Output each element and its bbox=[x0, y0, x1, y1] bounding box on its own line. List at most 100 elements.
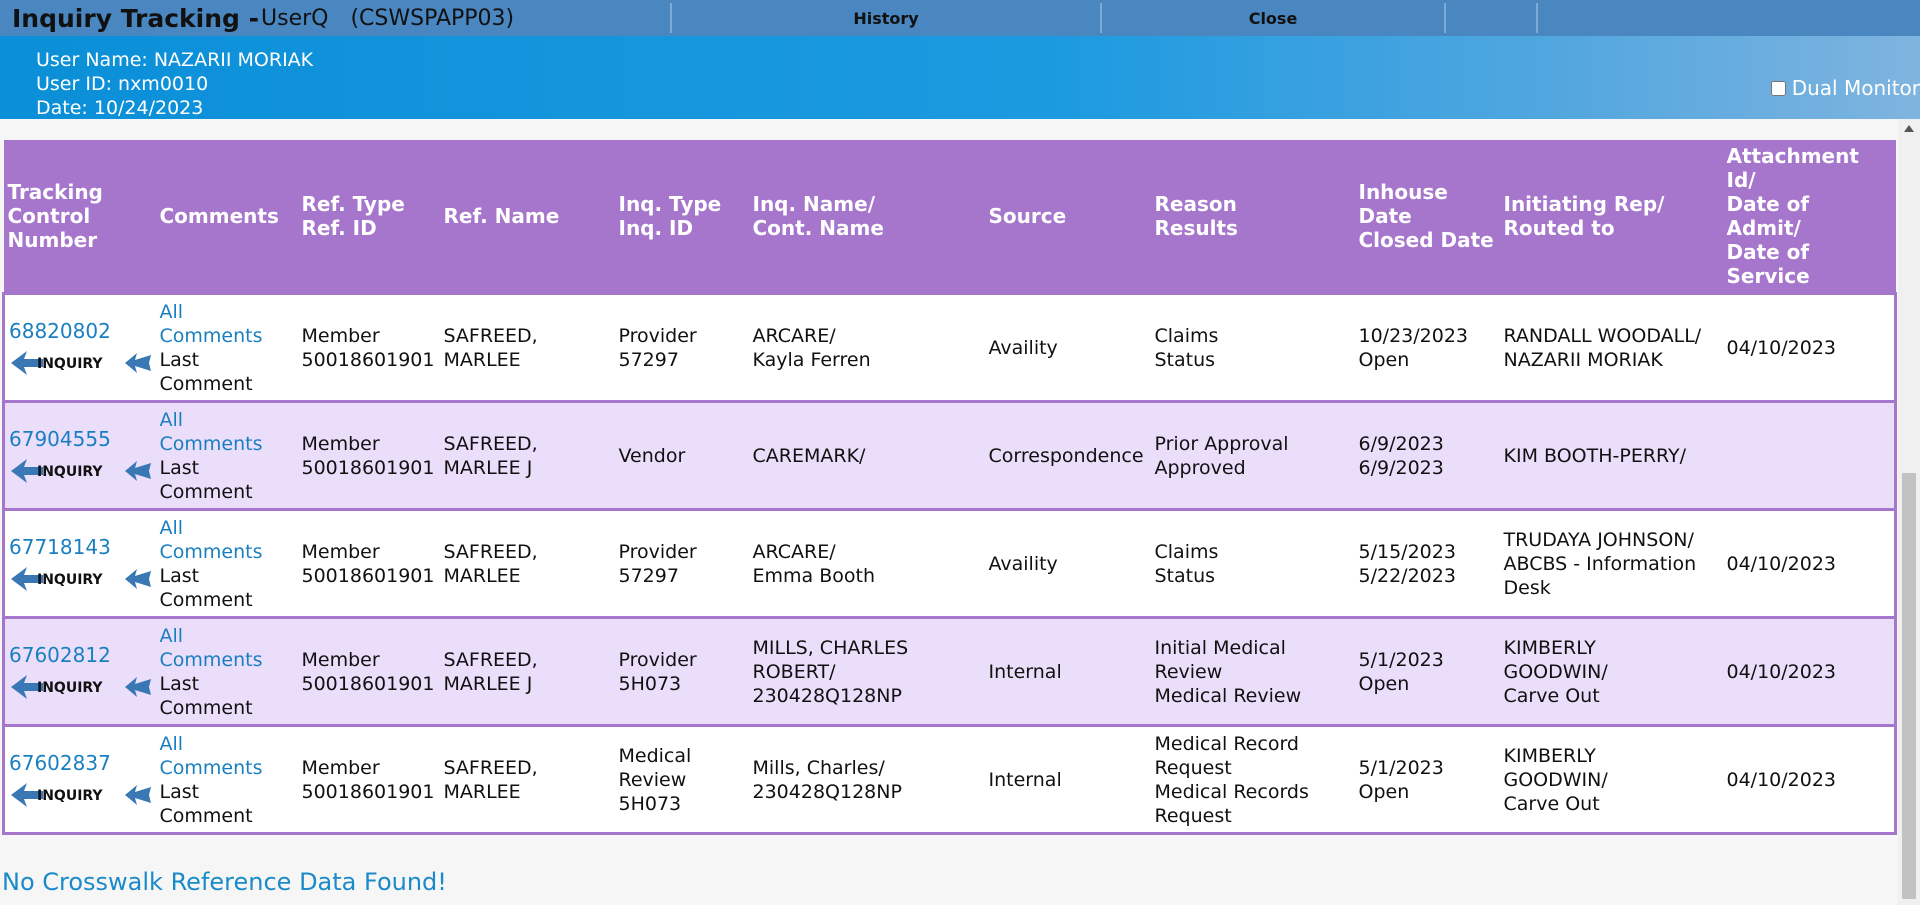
ref-name-cell: SAFREED, MARLEE bbox=[439, 292, 615, 403]
inhouse-date-cell: 5/1/2023 Open bbox=[1354, 724, 1500, 835]
dual-monitor-checkbox[interactable] bbox=[1770, 80, 1786, 96]
last-comment-label[interactable]: Last Comment bbox=[160, 564, 294, 612]
inq-type-cell: Provider 5H073 bbox=[614, 616, 749, 727]
scroll-thumb[interactable] bbox=[1902, 473, 1916, 899]
dual-monitor-toggle[interactable]: Dual Monitor bbox=[1770, 76, 1920, 100]
tracking-number-link[interactable]: 67602837 bbox=[9, 751, 152, 775]
grid-header-row: Tracking Control Number Comments Ref. Type… bbox=[3, 140, 1896, 294]
initiating-rep-cell: KIMBERLY GOODWIN/Carve Out bbox=[1499, 724, 1723, 835]
inquiry-logo-text: INQUIRY bbox=[37, 356, 103, 372]
inq-type-cell: Provider 57297 bbox=[614, 508, 749, 619]
tracking-cell: 68820802 INQUIRY bbox=[2, 292, 156, 403]
last-comment-label[interactable]: Last Comment bbox=[160, 456, 294, 504]
table-row: 67718143 INQUIRY All Comments Last Comment… bbox=[2, 508, 1897, 619]
inquiry-grid: Tracking Control Number Comments Ref. Type… bbox=[2, 140, 1897, 835]
current-date: Date: 10/24/2023 bbox=[36, 97, 204, 119]
inq-name-cell: ARCARE/Emma Booth bbox=[748, 508, 985, 619]
all-comments-link[interactable]: All Comments bbox=[160, 732, 294, 780]
all-comments-link[interactable]: All Comments bbox=[160, 516, 294, 564]
attachment-cell: 04/10/2023 bbox=[1722, 616, 1897, 727]
col-attachment: Attachment Id/Date of Admit/Date of Servic… bbox=[1722, 140, 1896, 294]
col-inq-name: Inq. Name/Cont. Name bbox=[748, 140, 985, 294]
ref-type-cell: Member 50018601901 bbox=[297, 400, 440, 511]
user-info-header: User Name: NAZARII MORIAK User ID: nxm00… bbox=[0, 36, 1920, 119]
inhouse-date-cell: 10/23/2023 Open bbox=[1354, 292, 1500, 403]
table-row: 67602837 INQUIRY All Comments Last Comment… bbox=[2, 724, 1897, 835]
attachment-cell bbox=[1722, 400, 1897, 511]
last-comment-label[interactable]: Last Comment bbox=[160, 780, 294, 828]
source-cell: Correspondence bbox=[984, 400, 1151, 511]
attachment-cell: 04/10/2023 bbox=[1722, 508, 1897, 619]
last-comment-label[interactable]: Last Comment bbox=[160, 348, 294, 396]
ref-type-cell: Member 50018601901 bbox=[297, 292, 440, 403]
reason-cell: Medical Record Request Medical Records Requ… bbox=[1150, 724, 1355, 835]
tracking-number-link[interactable]: 68820802 bbox=[9, 319, 152, 343]
inhouse-date-cell: 5/1/2023 Open bbox=[1354, 616, 1500, 727]
source-cell: Availity bbox=[984, 508, 1151, 619]
all-comments-link[interactable]: All Comments bbox=[160, 624, 294, 672]
app-title: Inquiry Tracking - bbox=[12, 3, 259, 33]
col-source: Source bbox=[984, 140, 1151, 294]
tracking-number-link[interactable]: 67602812 bbox=[9, 643, 152, 667]
inq-name-cell: ARCARE/Kayla Ferren bbox=[748, 292, 985, 403]
inquiry-logo-icon[interactable]: INQUIRY bbox=[9, 455, 151, 485]
col-ref-type: Ref. Type Ref. ID bbox=[297, 140, 440, 294]
inquiry-logo-text: INQUIRY bbox=[37, 572, 103, 588]
ref-type-cell: Member 50018601901 bbox=[297, 616, 440, 727]
ref-name-cell: SAFREED, MARLEE J bbox=[439, 400, 615, 511]
ref-name-cell: SAFREED, MARLEE J bbox=[439, 616, 615, 727]
all-comments-link[interactable]: All Comments bbox=[160, 300, 294, 348]
table-row: 67904555 INQUIRY All Comments Last Comment… bbox=[2, 400, 1897, 511]
reason-cell: Claims Status bbox=[1150, 292, 1355, 403]
tracking-cell: 67904555 INQUIRY bbox=[2, 400, 156, 511]
tracking-cell: 67602812 INQUIRY bbox=[2, 616, 156, 727]
history-button[interactable]: History bbox=[672, 0, 1100, 36]
dual-monitor-label: Dual Monitor bbox=[1791, 76, 1920, 100]
inquiry-logo-text: INQUIRY bbox=[37, 680, 103, 696]
source-cell: Availity bbox=[984, 292, 1151, 403]
inquiry-logo-icon[interactable]: INQUIRY bbox=[9, 779, 151, 809]
last-comment-label[interactable]: Last Comment bbox=[160, 672, 294, 720]
ref-name-cell: SAFREED, MARLEE bbox=[439, 724, 615, 835]
inquiry-logo-icon[interactable]: INQUIRY bbox=[9, 563, 151, 593]
inhouse-date-cell: 6/9/2023 6/9/2023 bbox=[1354, 400, 1500, 511]
col-initiating-rep: Initiating Rep/Routed to bbox=[1499, 140, 1723, 294]
all-comments-link[interactable]: All Comments bbox=[160, 408, 294, 456]
close-button[interactable]: Close bbox=[1102, 0, 1444, 36]
inquiry-logo-icon[interactable]: INQUIRY bbox=[9, 671, 151, 701]
tracking-number-link[interactable]: 67904555 bbox=[9, 427, 152, 451]
col-inq-type: Inq. Type Inq. ID bbox=[614, 140, 749, 294]
reason-cell: Prior Approval Approved bbox=[1150, 400, 1355, 511]
user-name: User Name: NAZARII MORIAK bbox=[36, 49, 314, 71]
no-crosswalk-message: No Crosswalk Reference Data Found! bbox=[2, 868, 447, 896]
inq-type-cell: Vendor bbox=[614, 400, 749, 511]
app-host: (CSWSPAPP03) bbox=[350, 5, 515, 31]
vertical-scrollbar[interactable] bbox=[1898, 119, 1920, 905]
inquiry-logo-icon[interactable]: INQUIRY bbox=[9, 347, 151, 377]
col-tracking-number: Tracking Control Number bbox=[3, 140, 156, 294]
tracking-cell: 67602837 INQUIRY bbox=[2, 724, 156, 835]
col-reason: Reason Results bbox=[1150, 140, 1355, 294]
inq-name-cell: CAREMARK/ bbox=[748, 400, 985, 511]
col-comments: Comments bbox=[155, 140, 298, 294]
ref-type-cell: Member 50018601901 bbox=[297, 508, 440, 619]
initiating-rep-cell: TRUDAYA JOHNSON/ABCBS - Information Desk bbox=[1499, 508, 1723, 619]
ref-name-cell: SAFREED, MARLEE bbox=[439, 508, 615, 619]
reason-cell: Claims Status bbox=[1150, 508, 1355, 619]
comments-cell: All Comments Last Comment bbox=[155, 400, 298, 511]
inhouse-date-cell: 5/15/2023 5/22/2023 bbox=[1354, 508, 1500, 619]
scroll-up-arrow-icon[interactable] bbox=[1904, 125, 1914, 132]
inquiry-logo-text: INQUIRY bbox=[37, 788, 103, 804]
comments-cell: All Comments Last Comment bbox=[155, 724, 298, 835]
inq-type-cell: Medical Review 5H073 bbox=[614, 724, 749, 835]
attachment-cell: 04/10/2023 bbox=[1722, 292, 1897, 403]
table-row: 68820802 INQUIRY All Comments Last Comment… bbox=[2, 292, 1897, 403]
source-cell: Internal bbox=[984, 616, 1151, 727]
comments-cell: All Comments Last Comment bbox=[155, 508, 298, 619]
initiating-rep-cell: KIM BOOTH-PERRY/ bbox=[1499, 400, 1723, 511]
inq-name-cell: MILLS, CHARLES ROBERT/230428Q128NP bbox=[748, 616, 985, 727]
tracking-number-link[interactable]: 67718143 bbox=[9, 535, 152, 559]
attachment-cell: 04/10/2023 bbox=[1722, 724, 1897, 835]
inquiry-logo-text: INQUIRY bbox=[37, 464, 103, 480]
reason-cell: Initial Medical Review Medical Review bbox=[1150, 616, 1355, 727]
